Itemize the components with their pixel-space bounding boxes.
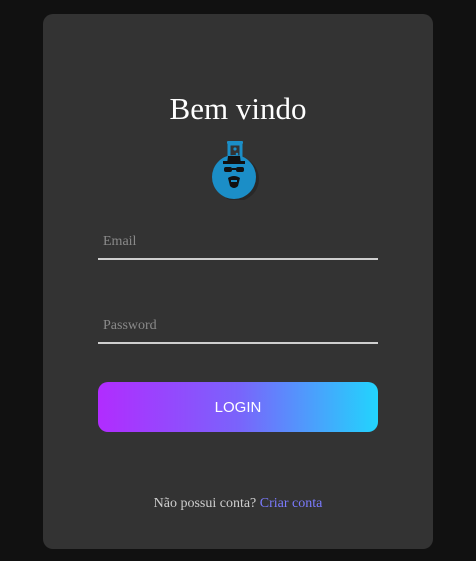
login-button[interactable]: LOGIN [98,382,378,432]
password-field[interactable] [98,310,378,344]
page-title: Bem vindo [169,91,307,126]
login-card: Bem vindo LOGIN Não possui cont [43,14,433,549]
signup-prompt-text: Não possui conta? [153,496,257,511]
signup-prompt: Não possui conta? Criar conta [43,496,433,512]
create-account-link[interactable]: Criar conta [260,496,323,511]
email-field[interactable] [98,226,378,260]
heisenberg-flask-icon [210,138,260,201]
